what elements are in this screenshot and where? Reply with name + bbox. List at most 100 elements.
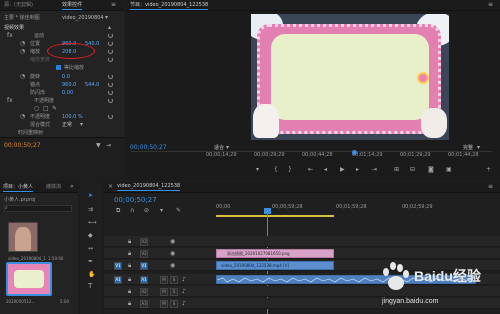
project-item-image-thumb[interactable] [6, 262, 52, 296]
track-label-a1[interactable]: A1 [140, 276, 148, 284]
step-forward-icon[interactable]: ▸ [356, 166, 359, 173]
solo-button-a3[interactable]: S [170, 300, 178, 308]
blend-mode-select[interactable]: 正常 [62, 122, 72, 128]
filter-icon[interactable]: ▼ [96, 142, 101, 149]
anchor-y-value[interactable]: 544.0 [85, 82, 99, 88]
step-back-icon[interactable]: ◂ [324, 166, 327, 173]
tab-media-browser[interactable]: 媒体浏 [46, 183, 61, 190]
pen-tool-icon[interactable]: ✒ [88, 258, 93, 265]
chevron-down-icon[interactable]: ▾ [226, 144, 229, 151]
mic-icon[interactable]: ♪ [182, 288, 186, 295]
panel-menu-icon[interactable]: ≡ [488, 183, 493, 190]
stopwatch-icon[interactable]: ◔ [20, 40, 25, 47]
eye-icon[interactable]: ◉ [170, 238, 175, 245]
mark-in-icon[interactable]: { [274, 166, 278, 173]
nest-icon[interactable]: ⧉ [116, 207, 120, 214]
solo-button-a1[interactable]: S [170, 276, 178, 284]
rect-mask-icon[interactable]: □ [43, 105, 49, 112]
track-label-a2[interactable]: A2 [140, 288, 148, 296]
tab-sequence[interactable]: video_20190804_122538 [117, 183, 181, 191]
project-item-video-thumb[interactable] [8, 222, 38, 252]
chevron-double-right-icon[interactable]: » [70, 183, 74, 190]
collapse-arrow-icon[interactable]: ▴ [108, 24, 111, 31]
track-select-tool-icon[interactable]: ⇉ [88, 206, 93, 213]
source-patch-a1[interactable]: A1 [114, 276, 122, 284]
slip-tool-icon[interactable]: ↔ [88, 245, 93, 252]
tab-effect-controls[interactable]: 效果控件 [62, 1, 83, 10]
overwrite-icon[interactable]: ⊟ [410, 166, 415, 173]
reset-rotation-icon[interactable] [108, 74, 113, 79]
go-to-in-icon[interactable]: ⇤ [308, 166, 313, 173]
play-icon[interactable]: ▶ [340, 166, 345, 173]
reset-scale-width-icon[interactable] [108, 57, 113, 62]
clip-label[interactable]: video_20190804 [62, 15, 104, 21]
type-tool-icon[interactable]: T [88, 283, 92, 290]
opacity-value[interactable]: 100.0 % [62, 114, 83, 120]
project-search-input[interactable] [4, 205, 72, 212]
effects-timecode[interactable]: 00;00;50;27 [4, 143, 41, 149]
button-editor-icon[interactable]: ▣ [446, 166, 452, 173]
eye-icon[interactable]: ◉ [170, 250, 175, 257]
rotation-value[interactable]: 0.0 [62, 74, 70, 80]
go-to-out-icon[interactable]: ⇥ [372, 166, 377, 173]
ripple-edit-tool-icon[interactable]: ⟷ [88, 219, 97, 226]
ellipse-mask-icon[interactable]: ○ [34, 105, 39, 112]
add-marker-icon[interactable]: ▾ [160, 207, 163, 214]
program-ruler[interactable]: 00;00;14;29 00;00;29;29 00;00;44;28 00;0… [130, 150, 492, 159]
mute-button-a2[interactable]: M [160, 288, 168, 296]
lock-icon[interactable]: 🔒︎ [128, 238, 131, 245]
timeline-ruler[interactable]: 00;00 00;00;59;28 00;01;59;28 00;02;59;2… [216, 202, 500, 220]
flicker-value[interactable]: 0.00 [62, 90, 73, 96]
lock-icon[interactable]: 🔒︎ [128, 276, 131, 283]
reset-opacity-icon[interactable] [108, 114, 113, 119]
clip-v1-video[interactable]: video_20190804_122538.mp4 [V] [216, 261, 334, 270]
uniform-scale-checkbox[interactable] [56, 65, 61, 70]
track-label-v2[interactable]: V2 [140, 250, 148, 258]
mute-button-a3[interactable]: M [160, 300, 168, 308]
selection-tool-icon[interactable]: ➤ [88, 192, 93, 199]
chevron-down-icon[interactable]: ▾ [105, 14, 108, 21]
track-label-a3[interactable]: A3 [140, 300, 148, 308]
reset-position-icon[interactable] [108, 41, 113, 46]
stopwatch-icon[interactable]: ◔ [20, 48, 25, 55]
insert-icon[interactable]: ⊞ [394, 166, 399, 173]
motion-fx-icon[interactable]: fx [7, 32, 13, 39]
chevron-down-icon[interactable]: ▾ [80, 121, 83, 128]
mic-icon[interactable]: ♪ [182, 300, 186, 307]
reset-anchor-icon[interactable] [108, 82, 113, 87]
reset-opacity-section-icon[interactable] [108, 98, 113, 103]
close-icon[interactable]: × [108, 183, 113, 190]
mic-icon[interactable]: ♪ [182, 276, 186, 283]
playhead-handle[interactable] [264, 208, 271, 214]
add-button-icon[interactable]: + [486, 166, 491, 173]
solo-button-a2[interactable]: S [170, 288, 178, 296]
snap-icon[interactable]: ∩ [130, 207, 134, 214]
stopwatch-icon[interactable]: ◔ [20, 113, 25, 120]
track-label-v3[interactable]: V3 [140, 238, 148, 246]
wrench-icon[interactable]: ✎ [176, 207, 181, 214]
camera-icon[interactable]: ◙ [428, 166, 434, 173]
reset-scale-icon[interactable] [108, 49, 113, 54]
lock-icon[interactable]: 🔒︎ [128, 250, 131, 257]
anchor-x-value[interactable]: 960.0 [62, 82, 76, 88]
program-playhead[interactable] [352, 150, 357, 155]
chevron-down-icon[interactable]: ▾ [477, 144, 480, 151]
marker-icon[interactable]: ▾ [256, 166, 259, 173]
razor-tool-icon[interactable]: ◆ [88, 232, 93, 239]
stopwatch-icon[interactable]: ◔ [20, 73, 25, 80]
export-icon[interactable]: ⇥ [106, 142, 111, 149]
mute-button-a1[interactable]: M [160, 276, 168, 284]
lock-icon[interactable]: 🔒︎ [128, 300, 131, 307]
panel-menu-icon[interactable]: ≡ [111, 1, 116, 8]
mark-out-icon[interactable]: } [288, 166, 292, 173]
reset-flicker-icon[interactable] [108, 90, 113, 95]
reset-motion-icon[interactable] [108, 33, 113, 38]
tab-project[interactable]: 项目：小黄人 [3, 183, 34, 192]
project-item-image-label[interactable]: 2020050512... [6, 299, 35, 305]
work-area-bar[interactable] [216, 215, 334, 217]
clip-v2-image[interactable]: 双击插图_20201027081650.png [216, 249, 334, 258]
lock-icon[interactable]: 🔒︎ [128, 288, 131, 295]
linked-selection-icon[interactable]: ⊘ [144, 207, 149, 214]
track-label-v1[interactable]: V1 [140, 262, 148, 270]
source-patch-v1[interactable]: V1 [114, 262, 122, 270]
